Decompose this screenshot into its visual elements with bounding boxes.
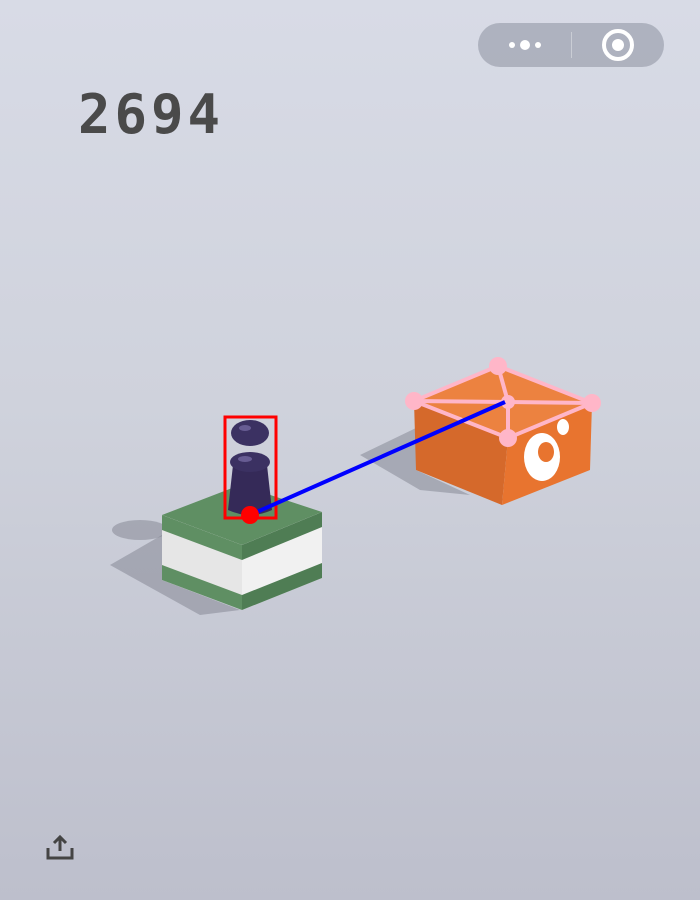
close-button[interactable]: [572, 23, 664, 67]
mini-program-capsule: [478, 23, 664, 67]
share-upload-icon: [46, 834, 74, 860]
close-circle-icon: [602, 29, 634, 61]
more-button[interactable]: [478, 23, 571, 67]
share-button[interactable]: [44, 834, 76, 862]
player-piece: [228, 420, 272, 515]
player-anchor-point: [241, 506, 259, 524]
more-dots-icon: [508, 40, 541, 50]
score-display: 2694: [78, 83, 225, 146]
